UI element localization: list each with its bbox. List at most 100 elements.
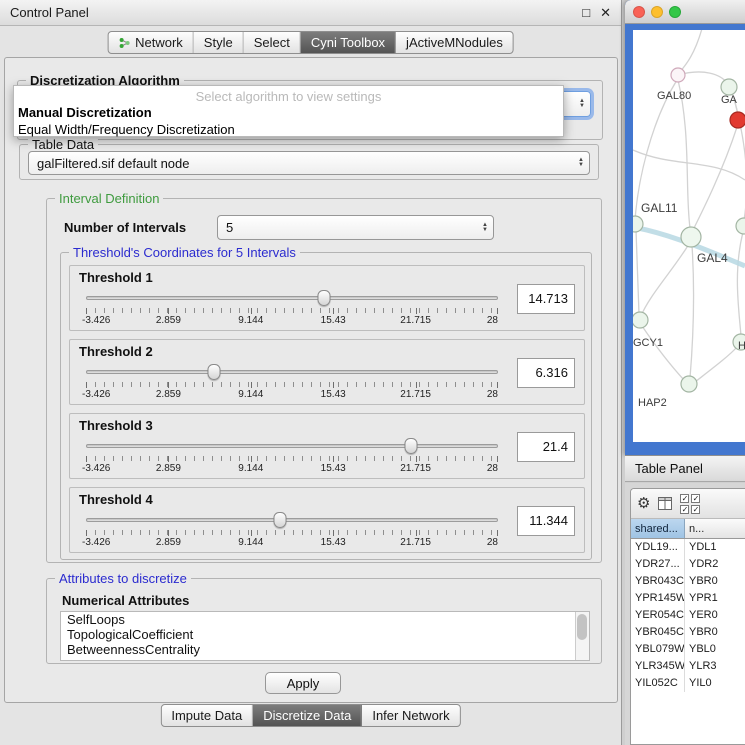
cell[interactable]: YBR0	[685, 573, 745, 590]
scale-label: 9.144	[238, 537, 263, 548]
numerical-attributes-label: Numerical Attributes	[62, 593, 189, 608]
scale-label: 2.859	[156, 315, 181, 326]
checkbox-icon[interactable]: ✓	[691, 494, 700, 503]
cell[interactable]: YBR045C	[631, 624, 685, 641]
slider-ticks	[86, 456, 498, 461]
scrollbar[interactable]	[575, 612, 589, 660]
threshold-3-value-field[interactable]: 21.4	[517, 432, 575, 462]
num-intervals-combobox[interactable]: 5 ▲ ▼	[217, 215, 494, 240]
slider-track[interactable]	[86, 370, 498, 374]
table-toolbar: ⚙ ✓ ✓ ✓ ✓	[631, 489, 745, 519]
cell[interactable]: YIL0	[685, 675, 745, 692]
threshold-1-slider[interactable]: -3.426 2.859 9.144 15.43 21.715 28	[86, 290, 498, 324]
table-row[interactable]: YBR045CYBR0	[631, 624, 745, 641]
cell[interactable]: YLR345W	[631, 658, 685, 675]
scale-label: 28	[487, 537, 498, 548]
attributes-to-discretize-group: Attributes to discretize Numerical Attri…	[46, 578, 602, 664]
node-table-window: ⚙ ✓ ✓ ✓ ✓ shared... n... YDL19...YDL1	[630, 488, 745, 745]
algorithm-dropdown-popup: Select algorithm to view settings Manual…	[13, 85, 564, 137]
control-panel-tab-bar: Network Style Select Cyni Toolbox jActiv…	[107, 31, 514, 54]
cell[interactable]: YBR0	[685, 624, 745, 641]
slider-scale: -3.426 2.859 9.144 15.43 21.715 28	[86, 537, 498, 548]
table-row[interactable]: YDL19...YDL1	[631, 539, 745, 556]
cell[interactable]: YDR2	[685, 556, 745, 573]
slider-scale: -3.426 2.859 9.144 15.43 21.715 28	[86, 389, 498, 400]
table-row[interactable]: YBL079WYBL0	[631, 641, 745, 658]
table-row[interactable]: YPR145WYPR1	[631, 590, 745, 607]
tab-style[interactable]: Style	[194, 32, 244, 53]
tab-label: jActiveMNodules	[406, 35, 503, 50]
list-item[interactable]: TopologicalCoefficient	[61, 627, 589, 642]
tab-infer-network[interactable]: Infer Network	[362, 705, 459, 726]
threshold-3-slider[interactable]: -3.426 2.859 9.144 15.43 21.715 28	[86, 438, 498, 472]
checkbox-icon[interactable]: ✓	[691, 505, 700, 514]
table-row[interactable]: YIL052CYIL0	[631, 675, 745, 692]
threshold-2-slider[interactable]: -3.426 2.859 9.144 15.43 21.715 28	[86, 364, 498, 398]
column-header-name[interactable]: n...	[685, 519, 745, 538]
checkbox-icon[interactable]: ✓	[680, 505, 689, 514]
arrow-down-icon: ▼	[482, 228, 488, 233]
close-traffic-light-icon[interactable]	[633, 6, 645, 18]
cell[interactable]: YDR27...	[631, 556, 685, 573]
tab-jactivemnodules[interactable]: jActiveMNodules	[396, 32, 513, 53]
scrollbar-thumb[interactable]	[577, 614, 587, 640]
network-canvas[interactable]: GAL80 GA GAL11 GAL4 GCY1 HAP2 H	[633, 30, 745, 442]
table-panel-header: Table Panel	[625, 455, 745, 482]
node-label-partial-h: H	[738, 340, 745, 352]
slider-track[interactable]	[86, 518, 498, 522]
cell[interactable]: YER054C	[631, 607, 685, 624]
slider-thumb[interactable]	[273, 512, 286, 528]
cell[interactable]: YDL19...	[631, 539, 685, 556]
scale-label: 28	[487, 315, 498, 326]
scale-label: 28	[487, 389, 498, 400]
cell[interactable]: YBR043C	[631, 573, 685, 590]
cell[interactable]: YBL079W	[631, 641, 685, 658]
list-item[interactable]: BetweennessCentrality	[61, 642, 589, 657]
gear-icon[interactable]: ⚙	[637, 496, 650, 511]
cell[interactable]: YPR145W	[631, 590, 685, 607]
slider-track[interactable]	[86, 444, 498, 448]
table-data-combobox[interactable]: galFiltered.sif default node ▲ ▼	[28, 151, 590, 175]
cell[interactable]: YER0	[685, 607, 745, 624]
dropdown-option-equal-width-frequency[interactable]: Equal Width/Frequency Discretization	[14, 121, 563, 138]
columns-icon[interactable]	[658, 497, 672, 510]
threshold-1-value-field[interactable]: 14.713	[517, 284, 575, 314]
table-data-group: Table Data galFiltered.sif default node …	[19, 144, 599, 180]
control-panel-titlebar: Control Panel □ ✕	[0, 0, 621, 26]
tab-select[interactable]: Select	[244, 32, 301, 53]
slider-track[interactable]	[86, 296, 498, 300]
table-row[interactable]: YLR345WYLR3	[631, 658, 745, 675]
cell[interactable]: YLR3	[685, 658, 745, 675]
table-row[interactable]: YER054CYER0	[631, 607, 745, 624]
slider-thumb[interactable]	[317, 290, 330, 306]
threshold-4-slider[interactable]: -3.426 2.859 9.144 15.43 21.715 28	[86, 512, 498, 546]
threshold-4-value-field[interactable]: 11.344	[517, 506, 575, 536]
scale-label: 9.144	[238, 315, 263, 326]
slider-thumb[interactable]	[405, 438, 418, 454]
dropdown-option-manual-discretization[interactable]: Manual Discretization	[14, 104, 563, 121]
list-item[interactable]: SelfLoops	[61, 612, 589, 627]
threshold-2-value-field[interactable]: 6.316	[517, 358, 575, 388]
apply-button[interactable]: Apply	[265, 672, 341, 694]
zoom-traffic-light-icon[interactable]	[669, 6, 681, 18]
table-row[interactable]: YBR043CYBR0	[631, 573, 745, 590]
close-icon[interactable]: ✕	[600, 5, 611, 21]
cell[interactable]: YBL0	[685, 641, 745, 658]
screen: Control Panel □ ✕ Network Style Select C…	[0, 0, 745, 745]
cell[interactable]: YIL052C	[631, 675, 685, 692]
checkbox-icon[interactable]: ✓	[680, 494, 689, 503]
threshold-label: Threshold 4	[79, 492, 153, 507]
float-window-icon[interactable]: □	[582, 5, 590, 21]
tab-network[interactable]: Network	[108, 32, 194, 53]
cell[interactable]: YDL1	[685, 539, 745, 556]
minimize-traffic-light-icon[interactable]	[651, 6, 663, 18]
cell[interactable]: YPR1	[685, 590, 745, 607]
tab-impute-data[interactable]: Impute Data	[161, 705, 253, 726]
column-header-shared-name[interactable]: shared...	[631, 519, 685, 538]
num-intervals-label: Number of Intervals	[64, 220, 186, 235]
scale-label: 9.144	[238, 463, 263, 474]
table-row[interactable]: YDR27...YDR2	[631, 556, 745, 573]
tab-discretize-data[interactable]: Discretize Data	[253, 705, 362, 726]
tab-cyni-toolbox[interactable]: Cyni Toolbox	[301, 32, 396, 53]
slider-thumb[interactable]	[207, 364, 220, 380]
